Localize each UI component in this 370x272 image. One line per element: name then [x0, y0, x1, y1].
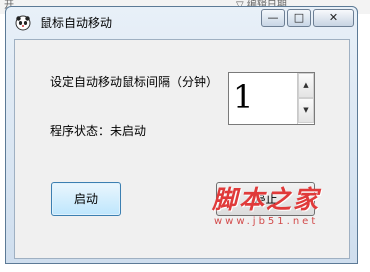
program-status: 程序状态：未启动 — [50, 124, 146, 138]
interval-label: 设定自动移动鼠标间隔（分钟） — [50, 75, 219, 89]
close-button[interactable]: ✕ — [313, 9, 354, 27]
status-label: 程序状态： — [50, 124, 111, 138]
minimize-button[interactable]: — — [261, 9, 285, 27]
window-title: 鼠标自动移动 — [40, 16, 113, 30]
spin-buttons: ▲ ▼ — [297, 73, 314, 124]
minimize-icon: — — [267, 11, 279, 24]
watermark: 脚本之家 www.jb51.net — [212, 185, 362, 233]
start-button[interactable]: 启动 — [51, 182, 121, 216]
spin-down-button[interactable]: ▼ — [298, 98, 314, 123]
interval-spinbox[interactable]: 1 ▲ ▼ — [228, 72, 315, 125]
maximize-icon: □ — [293, 11, 305, 24]
maximize-button[interactable]: □ — [287, 9, 311, 27]
spin-up-button[interactable]: ▲ — [298, 73, 314, 98]
watermark-url: www.jb51.net — [214, 216, 319, 227]
close-icon: ✕ — [328, 11, 339, 24]
title-bar[interactable]: 鼠标自动移动 — □ ✕ — [6, 7, 357, 39]
arrow-down-icon: ▼ — [303, 106, 309, 114]
watermark-title: 脚本之家 — [212, 185, 321, 214]
interval-value[interactable]: 1 — [233, 75, 253, 119]
panda-app-icon — [15, 15, 31, 31]
status-value: 未启动 — [110, 124, 147, 138]
arrow-up-icon: ▲ — [303, 81, 309, 89]
